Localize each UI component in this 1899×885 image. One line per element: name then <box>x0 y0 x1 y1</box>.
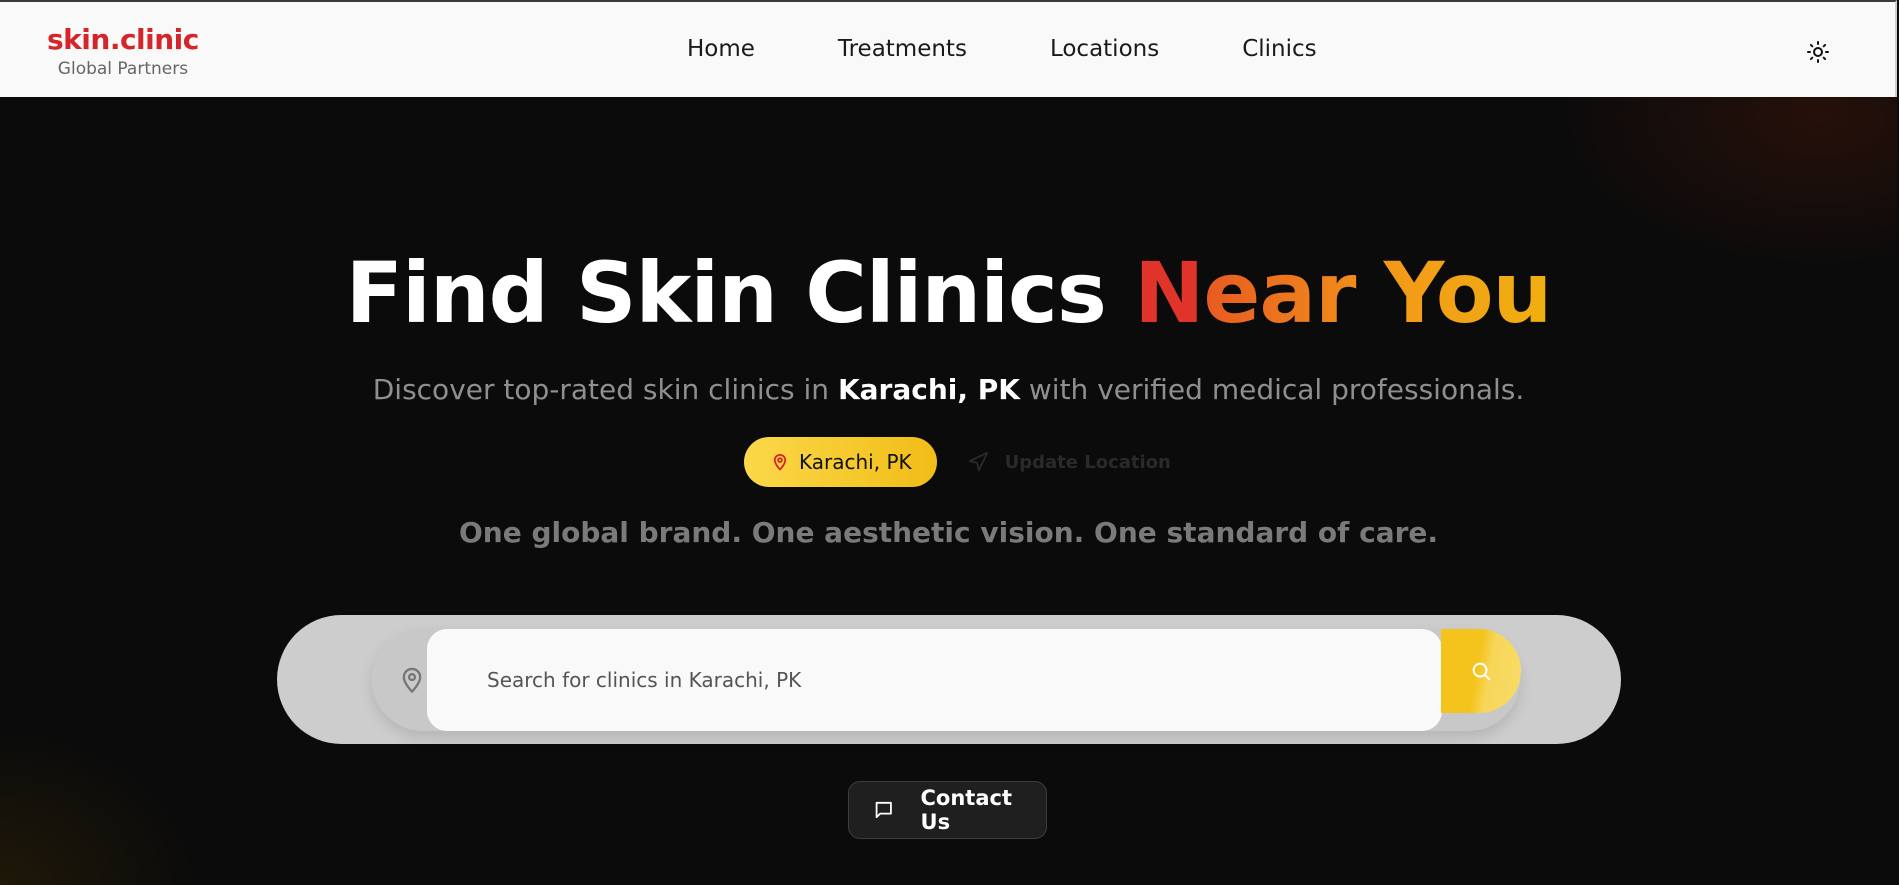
update-location-button[interactable]: Update Location <box>967 451 1171 473</box>
current-location-pill[interactable]: Karachi, PK <box>744 437 937 487</box>
brand-tagline: Global Partners <box>57 59 189 79</box>
contact-us-button[interactable]: Contact Us <box>848 781 1047 839</box>
search-bar <box>372 629 1521 731</box>
contact-us-label: Contact Us <box>920 786 1013 834</box>
hero-headline: Find Skin Clinics Near You <box>0 244 1897 342</box>
hero-section: Find Skin Clinics Near You Discover top-… <box>0 97 1897 885</box>
update-location-label: Update Location <box>1004 451 1171 473</box>
location-pill-label: Karachi, PK <box>799 450 912 474</box>
nav-home[interactable]: Home <box>687 36 755 62</box>
search-input[interactable] <box>427 629 1442 731</box>
nav-treatments[interactable]: Treatments <box>838 36 967 62</box>
brand-name: skin.clinic <box>47 23 199 56</box>
nav-locations[interactable]: Locations <box>1050 36 1159 62</box>
brand-logo[interactable]: skin.clinic Global Partners <box>47 23 199 79</box>
subtitle-prefix: Discover top-rated skin clinics in <box>372 373 838 406</box>
subtitle-location: Karachi, PK <box>837 373 1020 406</box>
search-container <box>277 615 1621 744</box>
headline-main: Find Skin Clinics <box>345 244 1135 342</box>
headline-accent-rest: ear You <box>1203 244 1552 342</box>
hero-subtitle: Discover top-rated skin clinics in Karac… <box>0 373 1897 406</box>
location-row: Karachi, PK Update Location <box>744 437 1171 487</box>
headline-accent-n: N <box>1134 244 1204 342</box>
map-pin-icon <box>402 667 422 693</box>
sun-icon <box>1807 41 1829 63</box>
subtitle-suffix: with verified medical professionals. <box>1019 373 1525 406</box>
message-icon <box>875 801 892 819</box>
main-nav: Home Treatments Locations Clinics <box>687 36 1400 62</box>
site-header: skin.clinic Global Partners Home Treatme… <box>0 0 1897 97</box>
hero-tagline: One global brand. One aesthetic vision. … <box>458 516 1439 549</box>
search-icon <box>1472 662 1491 681</box>
nav-clinics[interactable]: Clinics <box>1242 36 1316 62</box>
search-button[interactable] <box>1441 629 1521 713</box>
map-pin-icon <box>773 454 787 471</box>
navigation-arrow-icon <box>968 451 988 472</box>
theme-toggle-button[interactable] <box>1804 38 1832 66</box>
